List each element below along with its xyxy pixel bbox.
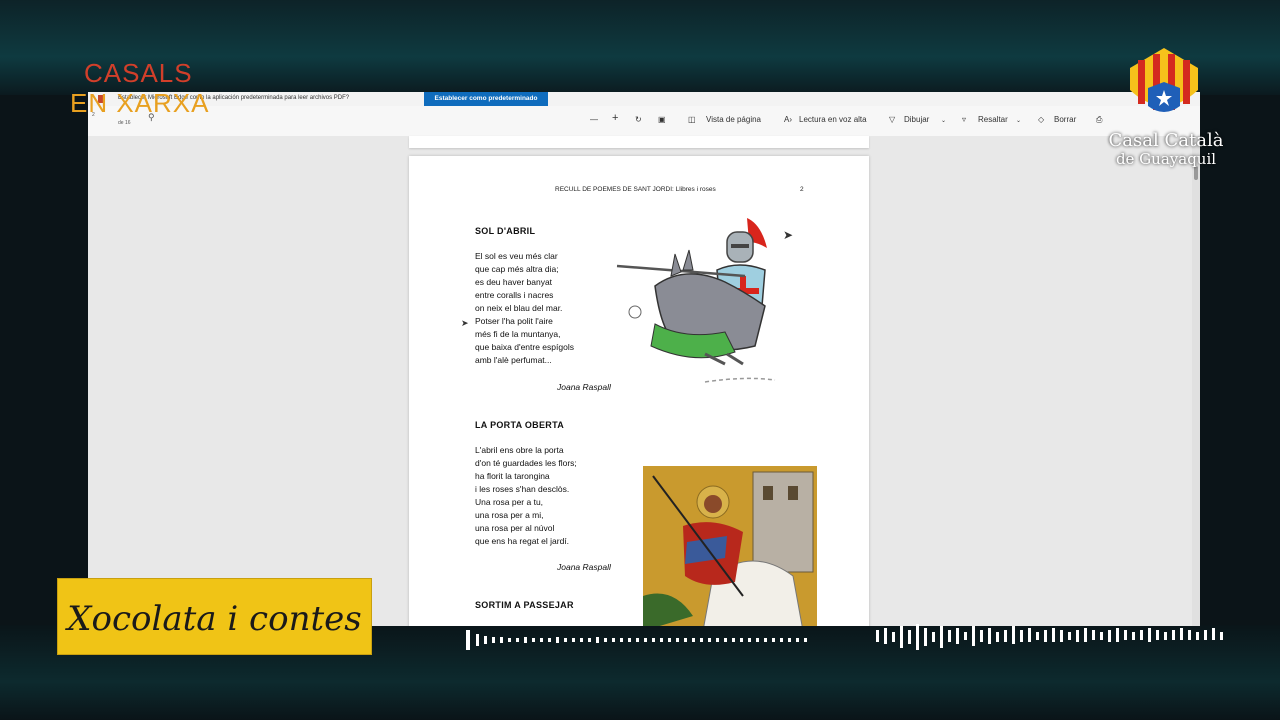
set-default-button[interactable]: Establecer como predeterminado [424,92,548,106]
vertical-scrollbar[interactable] [1192,136,1200,626]
rotate-icon[interactable]: ↻ [635,115,642,124]
poem-line: que ens ha regat el jardí. [475,536,570,546]
poem-line: que baixa d'entre espígols [475,342,574,352]
poem-line: Potser l'ha polit l'aire [475,316,553,326]
poem-line: una rosa per a mi, [475,510,544,520]
fit-page-icon[interactable]: ▣ [658,115,666,124]
poem-author: Joana Raspall [557,382,611,392]
highlight-button[interactable]: Resaltar [978,115,1008,124]
pdf-toolbar: 2 de 16 ⚲ — + ↻ ▣ ◫ Vista de página A› L… [88,106,1200,137]
poem-line: amb l'alè perfumat... [475,355,552,365]
zoom-in-button[interactable]: + [612,112,618,124]
read-aloud-button[interactable]: Lectura en voz alta [799,115,867,124]
draw-icon: ▽ [889,115,896,124]
poem-line: més fi de la muntanya, [475,329,561,339]
casal-city: de Guayaquil [1115,150,1217,168]
casal-shield-logo [1130,48,1198,112]
saint-george-icon-image [643,466,817,626]
knight-illustration [616,218,776,383]
page-view-icon: ◫ [688,115,696,124]
read-aloud-icon: A› [784,115,792,124]
document-viewer[interactable]: RECULL DE POEMES DE SANT JORDI: Llibres … [88,136,1200,626]
pdf-viewer-window: Establecer Microsoft Edge como la aplica… [88,92,1200,626]
en-xarxa-logo-text: EN XARXA [70,88,210,118]
poem-title: SOL D'ABRIL [475,226,536,236]
page-total-label: de 16 [118,120,131,126]
zoom-out-button[interactable]: — [590,115,598,124]
draw-chevron-down-icon[interactable]: ⌄ [941,117,946,124]
poem-title: SORTIM A PASSEJAR [475,600,574,610]
poem-line: es deu haver banyat [475,277,553,287]
poem-title: LA PORTA OBERTA [475,420,564,430]
poem-line: i les roses s'han desclòs. [475,484,570,494]
mouse-cursor-icon: ➤ [461,318,469,328]
poem-line: entre coralls i nacres [475,290,554,300]
page-number: 2 [800,186,804,193]
scrollbar-thumb[interactable] [1194,166,1198,180]
casal-name: Casal Català [1108,130,1224,151]
poem-line: que cap més altra dia; [475,264,559,274]
poem-line: Una rosa per a tu, [475,497,544,507]
poem-line: L'abril ens obre la porta [475,445,564,455]
poem-line: ha florit la tarongina [475,471,550,481]
highlight-icon: ▿ [962,115,967,124]
print-icon[interactable]: ⎙ [1096,115,1102,125]
audio-wave-right [876,624,1223,650]
highlight-chevron-down-icon[interactable]: ⌄ [1016,117,1021,124]
show-title: Xocolata i contes [67,599,362,639]
poem-line: El sol es veu més clar [475,251,558,261]
default-app-infobar: Establecer Microsoft Edge como la aplica… [88,92,1200,106]
audio-wave-left [466,630,807,650]
poem-line: on neix el blau del mar. [475,303,563,313]
page-view-button[interactable]: Vista de página [706,115,761,124]
poem-body: El sol es veu més clar que cap més altra… [475,250,574,367]
poem-author: Joana Raspall [557,562,611,572]
poem-line: d'on té guardades les flors; [475,458,577,468]
casals-logo-text: CASALS [84,58,193,88]
page-header: RECULL DE POEMES DE SANT JORDI: Llibres … [555,186,716,193]
eraser-icon: ◇ [1038,115,1045,124]
poem-body: L'abril ens obre la porta d'on té guarda… [475,444,577,548]
poem-line: una rosa per al núvol [475,523,555,533]
mouse-cursor-icon: ➤ [783,228,794,242]
show-title-banner: Xocolata i contes [57,578,372,655]
pdf-page: RECULL DE POEMES DE SANT JORDI: Llibres … [409,156,869,626]
previous-page [409,136,869,148]
erase-button[interactable]: Borrar [1054,115,1076,124]
draw-button[interactable]: Dibujar [904,115,929,124]
saint-george-painting [643,466,817,626]
